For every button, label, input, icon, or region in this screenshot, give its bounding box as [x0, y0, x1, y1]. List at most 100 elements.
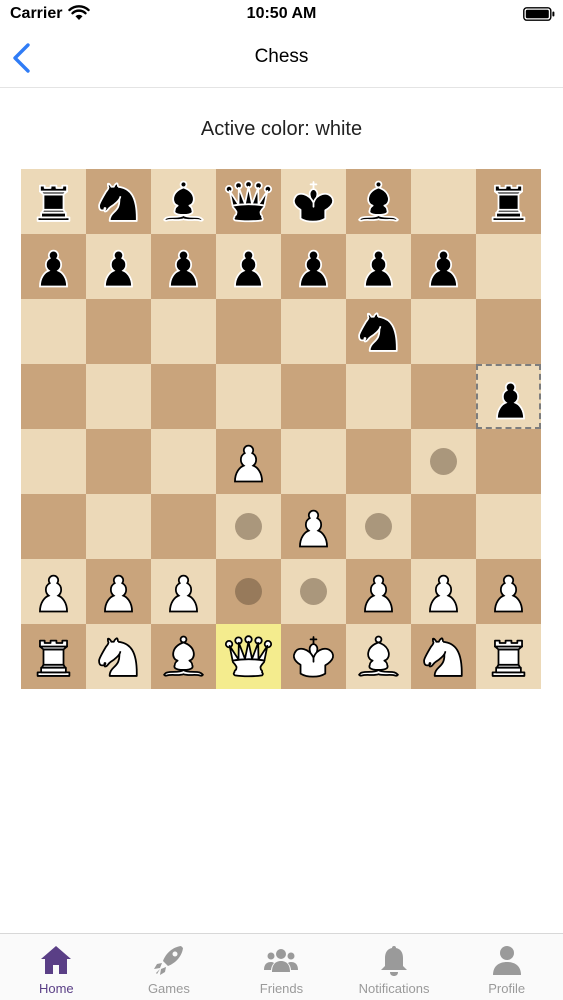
white-rook-icon[interactable] — [482, 630, 535, 683]
white-king-icon[interactable] — [287, 630, 340, 683]
move-target-dot[interactable] — [430, 448, 457, 475]
white-knight-icon[interactable] — [417, 630, 470, 683]
square-g5[interactable] — [411, 364, 476, 429]
black-bishop-icon[interactable] — [352, 175, 405, 228]
square-a8[interactable] — [21, 169, 86, 234]
square-a4[interactable] — [21, 429, 86, 494]
square-b1[interactable] — [86, 624, 151, 689]
white-pawn-icon[interactable] — [417, 565, 470, 618]
black-pawn-icon[interactable] — [27, 240, 80, 293]
white-pawn-icon[interactable] — [222, 435, 275, 488]
black-pawn-icon[interactable] — [352, 240, 405, 293]
square-g7[interactable] — [411, 234, 476, 299]
white-bishop-icon[interactable] — [352, 630, 405, 683]
move-target-dot[interactable] — [235, 513, 262, 540]
white-rook-icon[interactable] — [27, 630, 80, 683]
white-pawn-icon[interactable] — [157, 565, 210, 618]
square-e3[interactable] — [281, 494, 346, 559]
square-a5[interactable] — [21, 364, 86, 429]
square-c8[interactable] — [151, 169, 216, 234]
square-h6[interactable] — [476, 299, 541, 364]
square-c2[interactable] — [151, 559, 216, 624]
square-d8[interactable] — [216, 169, 281, 234]
black-rook-icon[interactable] — [27, 175, 80, 228]
square-d7[interactable] — [216, 234, 281, 299]
square-e5[interactable] — [281, 364, 346, 429]
square-g4[interactable] — [411, 429, 476, 494]
black-queen-icon[interactable] — [222, 175, 275, 228]
square-g1[interactable] — [411, 624, 476, 689]
square-d4[interactable] — [216, 429, 281, 494]
square-f3[interactable] — [346, 494, 411, 559]
square-a6[interactable] — [21, 299, 86, 364]
white-knight-icon[interactable] — [92, 630, 145, 683]
square-g2[interactable] — [411, 559, 476, 624]
square-f1[interactable] — [346, 624, 411, 689]
square-b5[interactable] — [86, 364, 151, 429]
black-rook-icon[interactable] — [482, 175, 535, 228]
square-f2[interactable] — [346, 559, 411, 624]
white-queen-icon[interactable] — [222, 630, 275, 683]
square-h5[interactable] — [476, 364, 541, 429]
square-g8[interactable] — [411, 169, 476, 234]
square-b7[interactable] — [86, 234, 151, 299]
square-c3[interactable] — [151, 494, 216, 559]
square-d6[interactable] — [216, 299, 281, 364]
square-a7[interactable] — [21, 234, 86, 299]
black-knight-icon[interactable] — [92, 175, 145, 228]
white-pawn-icon[interactable] — [482, 565, 535, 618]
square-c6[interactable] — [151, 299, 216, 364]
square-e8[interactable] — [281, 169, 346, 234]
white-pawn-icon[interactable] — [352, 565, 405, 618]
square-b3[interactable] — [86, 494, 151, 559]
square-f6[interactable] — [346, 299, 411, 364]
tab-notifications[interactable]: Notifications — [338, 934, 451, 1000]
square-a3[interactable] — [21, 494, 86, 559]
square-e6[interactable] — [281, 299, 346, 364]
tab-friends[interactable]: Friends — [225, 934, 338, 1000]
move-target-dot[interactable] — [235, 578, 262, 605]
square-g3[interactable] — [411, 494, 476, 559]
move-target-dot[interactable] — [365, 513, 392, 540]
black-pawn-icon[interactable] — [287, 240, 340, 293]
square-g6[interactable] — [411, 299, 476, 364]
square-f4[interactable] — [346, 429, 411, 494]
black-pawn-icon[interactable] — [222, 240, 275, 293]
square-h7[interactable] — [476, 234, 541, 299]
white-bishop-icon[interactable] — [157, 630, 210, 683]
square-c7[interactable] — [151, 234, 216, 299]
square-a1[interactable] — [21, 624, 86, 689]
black-knight-icon[interactable] — [352, 305, 405, 358]
square-c5[interactable] — [151, 364, 216, 429]
white-pawn-icon[interactable] — [92, 565, 145, 618]
square-b2[interactable] — [86, 559, 151, 624]
square-h4[interactable] — [476, 429, 541, 494]
square-d5[interactable] — [216, 364, 281, 429]
white-pawn-icon[interactable] — [27, 565, 80, 618]
square-f5[interactable] — [346, 364, 411, 429]
square-e1[interactable] — [281, 624, 346, 689]
tab-profile[interactable]: Profile — [450, 934, 563, 1000]
square-b4[interactable] — [86, 429, 151, 494]
square-d1[interactable] — [216, 624, 281, 689]
square-f7[interactable] — [346, 234, 411, 299]
move-target-dot[interactable] — [300, 578, 327, 605]
square-e2[interactable] — [281, 559, 346, 624]
black-pawn-icon[interactable] — [484, 372, 537, 425]
square-f8[interactable] — [346, 169, 411, 234]
black-pawn-icon[interactable] — [157, 240, 210, 293]
black-bishop-icon[interactable] — [157, 175, 210, 228]
square-d3[interactable] — [216, 494, 281, 559]
square-a2[interactable] — [21, 559, 86, 624]
black-king-icon[interactable] — [287, 175, 340, 228]
black-pawn-icon[interactable] — [92, 240, 145, 293]
square-d2[interactable] — [216, 559, 281, 624]
square-h2[interactable] — [476, 559, 541, 624]
square-e4[interactable] — [281, 429, 346, 494]
square-b6[interactable] — [86, 299, 151, 364]
white-pawn-icon[interactable] — [287, 500, 340, 553]
black-pawn-icon[interactable] — [417, 240, 470, 293]
tab-home[interactable]: Home — [0, 934, 113, 1000]
square-b8[interactable] — [86, 169, 151, 234]
square-h1[interactable] — [476, 624, 541, 689]
